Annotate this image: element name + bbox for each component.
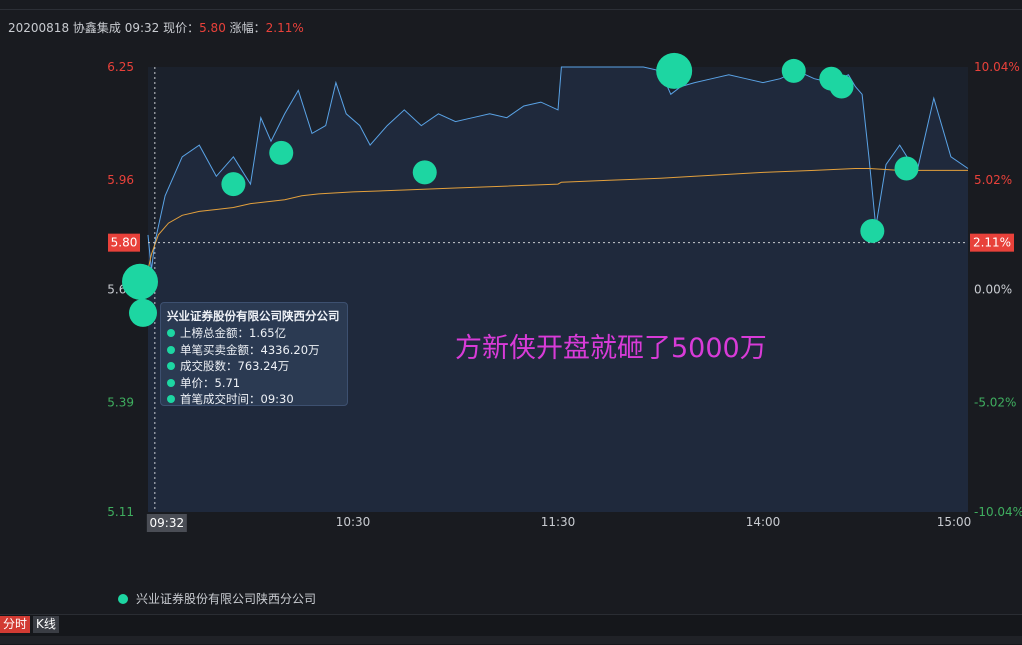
- trade-marker: [894, 156, 919, 181]
- marker-tooltip: 兴业证券股份有限公司陕西分公司 上榜总金额：1.65亿 单笔买卖金额：4336.…: [160, 302, 348, 406]
- y-tick-pct-label: 0.00%: [974, 283, 1012, 297]
- trade-marker: [829, 74, 854, 99]
- tooltip-row-text: 单笔买卖金额：4336.20万: [180, 342, 320, 357]
- tooltip-row: 单价：5.71: [167, 375, 341, 392]
- tooltip-row-text: 上榜总金额：1.65亿: [180, 326, 287, 340]
- tooltip-title: 兴业证券股份有限公司陕西分公司: [167, 309, 340, 323]
- tooltip-dot-icon: [167, 395, 175, 403]
- y-tick-pct-label: -10.04%: [974, 505, 1022, 519]
- trade-marker: [221, 172, 246, 197]
- tooltip-row-text: 首笔成交时间：09:30: [180, 392, 294, 406]
- x-tick-label: 14:00: [746, 515, 781, 529]
- x-tick-label: 15:00: [937, 515, 972, 529]
- tooltip-row: 上榜总金额：1.65亿: [167, 325, 341, 342]
- price-cursor-label: 5.80: [111, 236, 138, 250]
- tooltip-row-text: 成交股数：763.24万: [180, 359, 290, 373]
- tooltip-row: 成交股数：763.24万: [167, 358, 341, 375]
- tooltip-dot-icon: [167, 345, 175, 354]
- tooltip-dot-icon: [167, 329, 175, 337]
- legend-label: 兴业证券股份有限公司陕西分公司: [136, 592, 317, 606]
- trade-marker: [269, 140, 294, 165]
- tooltip-dot-icon: [167, 378, 175, 387]
- y-tick-pct-label: -5.02%: [974, 396, 1016, 410]
- trade-marker: [860, 218, 885, 243]
- x-tick-label: 11:30: [541, 515, 576, 529]
- trade-marker: [129, 298, 157, 327]
- y-tick-pct-label: 10.04%: [974, 60, 1020, 74]
- y-tick-label: 5.96: [107, 173, 134, 187]
- annotation-text: 方新侠开盘就砸了5000万: [455, 333, 767, 364]
- x-tick-label: 10:30: [336, 515, 371, 529]
- tab-kline[interactable]: K线: [33, 616, 59, 633]
- time-cursor-label: 09:32: [150, 516, 185, 530]
- y-tick-pct-label: 5.02%: [974, 173, 1012, 187]
- trade-marker: [122, 263, 158, 300]
- y-tick-label: 6.25: [107, 60, 134, 74]
- tooltip-row-text: 单价：5.71: [180, 375, 241, 390]
- pct-cursor-label: 2.11%: [973, 236, 1011, 250]
- intraday-chart[interactable]: 6.25 10.04%5.96 5.02%5.68 0.00%5.39 -5.02%5.…: [0, 0, 1022, 614]
- trade-marker: [412, 160, 437, 185]
- horizontal-scrollbar[interactable]: [0, 636, 1022, 644]
- y-tick-label: 5.39: [107, 396, 134, 410]
- tooltip-row: 首笔成交时间：09:30: [167, 391, 341, 408]
- trade-marker: [781, 58, 806, 83]
- y-tick-label: 5.11: [107, 505, 134, 519]
- trade-marker: [656, 52, 693, 89]
- legend-item[interactable]: 兴业证券股份有限公司陕西分公司: [118, 590, 316, 607]
- tooltip-dot-icon: [167, 362, 175, 370]
- legend-dot-icon: [118, 594, 128, 604]
- tooltip-row: 单笔买卖金额：4336.20万: [167, 342, 341, 359]
- tab-intraday[interactable]: 分时: [0, 616, 31, 633]
